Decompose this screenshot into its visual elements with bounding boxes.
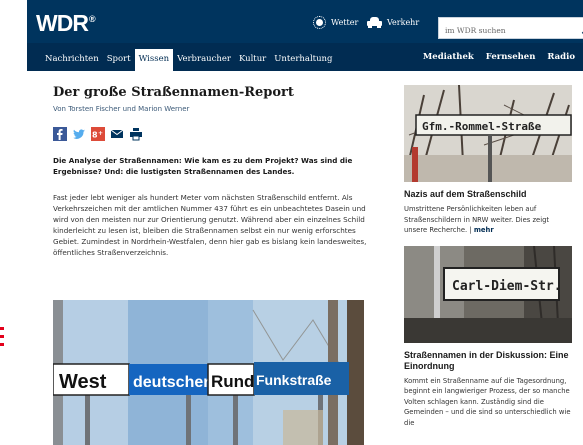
weather-link[interactable]: Wetter (313, 16, 358, 29)
nav-media: Mediathek Fernsehen Radio (411, 43, 575, 71)
teaser-image[interactable]: Carl-Diem-Str. (404, 245, 572, 343)
margin-marker (0, 327, 4, 353)
main-navigation: Nachrichten Sport Wissen Verbraucher Kultur U… (27, 43, 583, 71)
nav-item-fernsehen[interactable]: Fernsehen (474, 52, 536, 62)
search-box (438, 17, 583, 41)
teaser-title[interactable]: Nazis auf dem Straßenschild (404, 189, 572, 200)
nav-item-unterhaltung[interactable]: Unterhaltung (270, 54, 336, 71)
nav-item-wissen[interactable]: Wissen (134, 49, 174, 71)
twitter-icon[interactable] (72, 126, 86, 140)
email-icon[interactable] (110, 126, 124, 140)
sign-funkstrasse-text: Funkstraße (256, 372, 332, 388)
car-icon (367, 16, 382, 28)
traffic-label: Verkehr (387, 17, 420, 27)
teaser-image[interactable]: Gfm.-Rommel-Straße (404, 85, 572, 182)
traffic-link[interactable]: Verkehr (367, 16, 419, 28)
nav-item-sport[interactable]: Sport (103, 54, 135, 71)
teaser1-sign-text: Gfm.-Rommel-Straße (422, 120, 542, 133)
article: Der große Straßennamen-Report Von Torste… (53, 85, 378, 258)
sun-icon (313, 16, 326, 29)
article-byline: Von Torsten Fischer und Marion Werner (53, 105, 190, 113)
teaser-title[interactable]: Straßennamen in der Diskussion: Eine Ein… (404, 350, 572, 372)
teaser-text: Kommt ein Straßenname auf die Tagesordnu… (404, 376, 571, 427)
teaser-street-names-discussion[interactable]: Carl-Diem-Str. Straßennamen in der Disku… (404, 245, 572, 429)
share-bar: 8 + (53, 126, 378, 141)
nav-item-radio[interactable]: Radio (535, 52, 575, 62)
sign-west-text: West (59, 371, 107, 393)
article-body: Fast jeder lebt weniger als hundert Mete… (53, 193, 367, 257)
nav-item-nachrichten[interactable]: Nachrichten (41, 54, 103, 71)
sign-rund-text: Rund (211, 372, 254, 391)
google-plus-icon[interactable]: 8 + (91, 126, 105, 141)
nav-item-mediathek[interactable]: Mediathek (411, 52, 474, 62)
print-icon[interactable] (129, 126, 143, 141)
nav-item-verbraucher[interactable]: Verbraucher (173, 54, 235, 71)
nav-item-kultur[interactable]: Kultur (235, 54, 270, 71)
article-title: Der große Straßennamen-Report (53, 85, 294, 100)
article-lead: Die Analyse der Straßennamen: Wie kam es… (53, 156, 353, 176)
search-input[interactable] (439, 20, 579, 41)
weather-label: Wetter (331, 18, 359, 27)
more-link[interactable]: mehr (474, 226, 494, 234)
site-header: WDR® Wetter Verkehr (27, 0, 583, 43)
teaser-nazi-street-names[interactable]: Gfm.-Rommel-Straße Nazis auf dem Straßen… (404, 85, 572, 236)
sidebar: Gfm.-Rommel-Straße Nazis auf dem Straßen… (404, 85, 572, 428)
article-hero-image[interactable]: West deutscher Rund Funkstraße (53, 300, 364, 445)
teaser-text: Umstrittene Persönlichkeiten leben auf S… (404, 205, 550, 234)
wdr-logo[interactable]: WDR® (36, 10, 96, 37)
facebook-icon[interactable] (53, 126, 67, 141)
sign-deutscher-text: deutscher (133, 374, 209, 391)
nav-sections: Nachrichten Sport Wissen Verbraucher Kultur U… (41, 43, 336, 71)
teaser2-sign-text: Carl-Diem-Str. (452, 279, 562, 294)
svg-text:+: + (98, 130, 103, 137)
